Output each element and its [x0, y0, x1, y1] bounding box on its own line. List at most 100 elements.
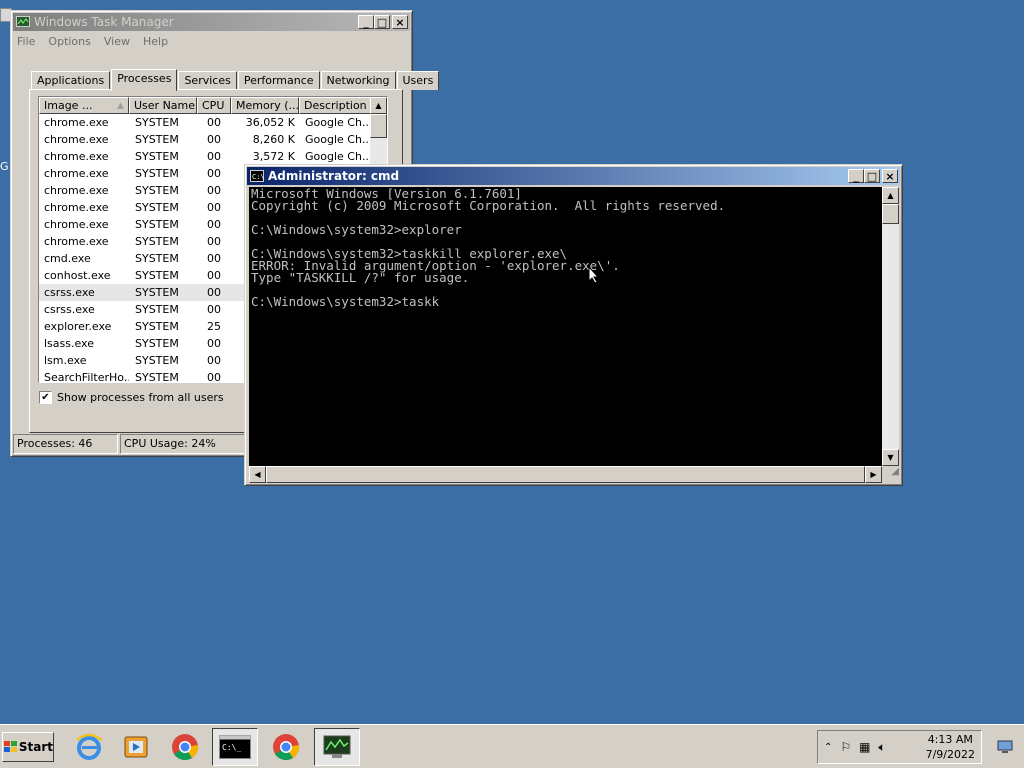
taskbar-task-manager[interactable] [314, 728, 360, 766]
cell-user-name: SYSTEM [135, 252, 179, 265]
scroll-up-icon[interactable]: ▲ [882, 187, 899, 204]
column-image-name[interactable]: Image ... ▲ [39, 97, 129, 114]
tab-services[interactable]: Services [178, 71, 237, 90]
cell-user-name: SYSTEM [135, 286, 179, 299]
table-row[interactable]: chrome.exe SYSTEM 00 36,052 K Google Ch... [39, 114, 387, 131]
start-button[interactable]: Start [2, 732, 54, 762]
cell-cpu: 00 [207, 184, 221, 197]
menu-file[interactable]: File [17, 35, 35, 48]
desktop-icon-label-partial: G [0, 160, 9, 173]
cell-image-name: chrome.exe [44, 167, 109, 180]
cell-description: Google Ch... [305, 133, 373, 146]
cell-image-name: SearchFilterHo... [44, 371, 129, 383]
scroll-down-icon[interactable]: ▼ [882, 449, 899, 466]
console-line: C:\Windows\system32>taskk [251, 294, 440, 309]
console-line: Copyright (c) 2009 Microsoft Corporation… [251, 198, 726, 213]
cmd-window[interactable]: C:\ Administrator: cmd _ □ × Microsoft W… [244, 164, 903, 486]
status-processes: Processes: 46 [13, 434, 118, 454]
column-cpu[interactable]: CPU [197, 97, 231, 114]
column-memory[interactable]: Memory (... [231, 97, 299, 114]
cell-image-name: cmd.exe [44, 252, 91, 265]
table-row[interactable]: chrome.exe SYSTEM 00 8,260 K Google Ch... [39, 131, 387, 148]
resize-grip-icon[interactable]: ◢ [882, 466, 899, 483]
clock-date: 7/9/2022 [925, 748, 975, 761]
system-tray: ⌃ ⚐ ▦ 🔈︎ 4:13 AM 7/9/2022 [817, 730, 982, 764]
windows-logo-icon [4, 741, 17, 752]
volume-icon[interactable]: 🔈︎ [879, 740, 886, 755]
chrome-icon [273, 734, 300, 761]
scroll-thumb[interactable] [370, 114, 387, 138]
show-desktop-button[interactable] [986, 725, 1024, 768]
cell-image-name: conhost.exe [44, 269, 111, 282]
media-player-icon [124, 736, 148, 758]
taskbar-media-player[interactable] [113, 728, 159, 766]
menu-help[interactable]: Help [143, 35, 168, 48]
cell-image-name: lsass.exe [44, 337, 94, 350]
cell-cpu: 00 [207, 286, 221, 299]
cell-user-name: SYSTEM [135, 218, 179, 231]
tab-users[interactable]: Users [396, 71, 440, 90]
cmd-maximize-button[interactable]: □ [864, 169, 880, 183]
cell-user-name: SYSTEM [135, 337, 179, 350]
tab-performance[interactable]: Performance [237, 71, 320, 90]
show-all-users-checkbox[interactable]: ✔ [39, 391, 52, 404]
table-row[interactable]: chrome.exe SYSTEM 00 3,572 K Google Ch... [39, 148, 387, 165]
cell-cpu: 00 [207, 167, 221, 180]
console-hscroll-thumb[interactable] [266, 466, 865, 483]
network-icon[interactable]: ▦ [859, 740, 870, 754]
console-output[interactable]: Microsoft Windows [Version 6.1.7601] Copy… [249, 187, 882, 466]
taskbar-internet-explorer[interactable] [66, 728, 112, 766]
cell-image-name: chrome.exe [44, 184, 109, 197]
cell-user-name: SYSTEM [135, 354, 179, 367]
minimize-button[interactable]: _ [358, 15, 374, 29]
cmd-close-button[interactable]: × [882, 169, 898, 183]
menu-bar: File Options View Help [17, 35, 168, 48]
tab-processes[interactable]: Processes [111, 69, 178, 91]
cell-image-name: chrome.exe [44, 201, 109, 214]
action-center-flag-icon[interactable]: ⚐ [840, 740, 851, 754]
close-button[interactable]: × [392, 15, 408, 29]
cell-cpu: 00 [207, 269, 221, 282]
task-manager-titlebar[interactable]: Windows Task Manager _ □ × [13, 13, 410, 31]
cmd-icon: C:\_ [219, 735, 251, 759]
cell-cpu: 00 [207, 116, 221, 129]
scroll-left-icon[interactable]: ◀ [249, 466, 266, 483]
start-label: Start [18, 740, 53, 754]
clock[interactable]: 4:13 AM 7/9/2022 [926, 732, 975, 762]
cell-user-name: SYSTEM [135, 150, 179, 163]
desktop-monitor-icon [997, 740, 1013, 753]
cell-description: Google Ch... [305, 150, 373, 163]
maximize-button[interactable]: □ [374, 15, 390, 29]
menu-view[interactable]: View [104, 35, 130, 48]
cmd-minimize-button[interactable]: _ [848, 169, 864, 183]
taskbar-cmd[interactable]: C:\_ [212, 728, 258, 766]
task-manager-icon [16, 15, 30, 29]
cell-cpu: 25 [207, 320, 221, 333]
console-horizontal-scrollbar[interactable]: ◀ ▶ [249, 466, 882, 483]
cell-cpu: 00 [207, 201, 221, 214]
cell-image-name: csrss.exe [44, 286, 95, 299]
taskbar-chrome-2[interactable] [263, 728, 309, 766]
cell-cpu: 00 [207, 371, 221, 383]
console-vertical-scrollbar[interactable]: ▲ ▼ [882, 187, 899, 466]
tab-networking[interactable]: Networking [320, 71, 396, 90]
scroll-right-icon[interactable]: ▶ [865, 466, 882, 483]
tab-applications[interactable]: Applications [31, 71, 111, 90]
column-user-name[interactable]: User Name [129, 97, 197, 114]
window-title: Windows Task Manager [34, 15, 174, 29]
taskbar-chrome-1[interactable] [162, 728, 208, 766]
cmd-titlebar[interactable]: C:\ Administrator: cmd _ □ × [247, 167, 900, 185]
svg-text:C:\: C:\ [252, 173, 264, 181]
column-description[interactable]: Description [299, 97, 373, 114]
chrome-icon [172, 734, 199, 761]
show-all-users-option[interactable]: ✔ Show processes from all users [39, 391, 224, 404]
show-all-users-label: Show processes from all users [57, 391, 224, 404]
menu-options[interactable]: Options [48, 35, 90, 48]
svg-text:C:\_: C:\_ [222, 743, 241, 752]
show-hidden-icons-icon[interactable]: ⌃ [824, 742, 832, 753]
column-image-name-label: Image ... [44, 99, 93, 112]
taskbar: Start C:\_ ⌃ ⚐ ▦ 🔈︎ 4:13 AM 7/9/2022 [0, 724, 1024, 768]
console-scroll-thumb[interactable] [882, 204, 899, 224]
cell-user-name: SYSTEM [135, 371, 179, 383]
scroll-up-icon[interactable]: ▲ [370, 97, 387, 114]
